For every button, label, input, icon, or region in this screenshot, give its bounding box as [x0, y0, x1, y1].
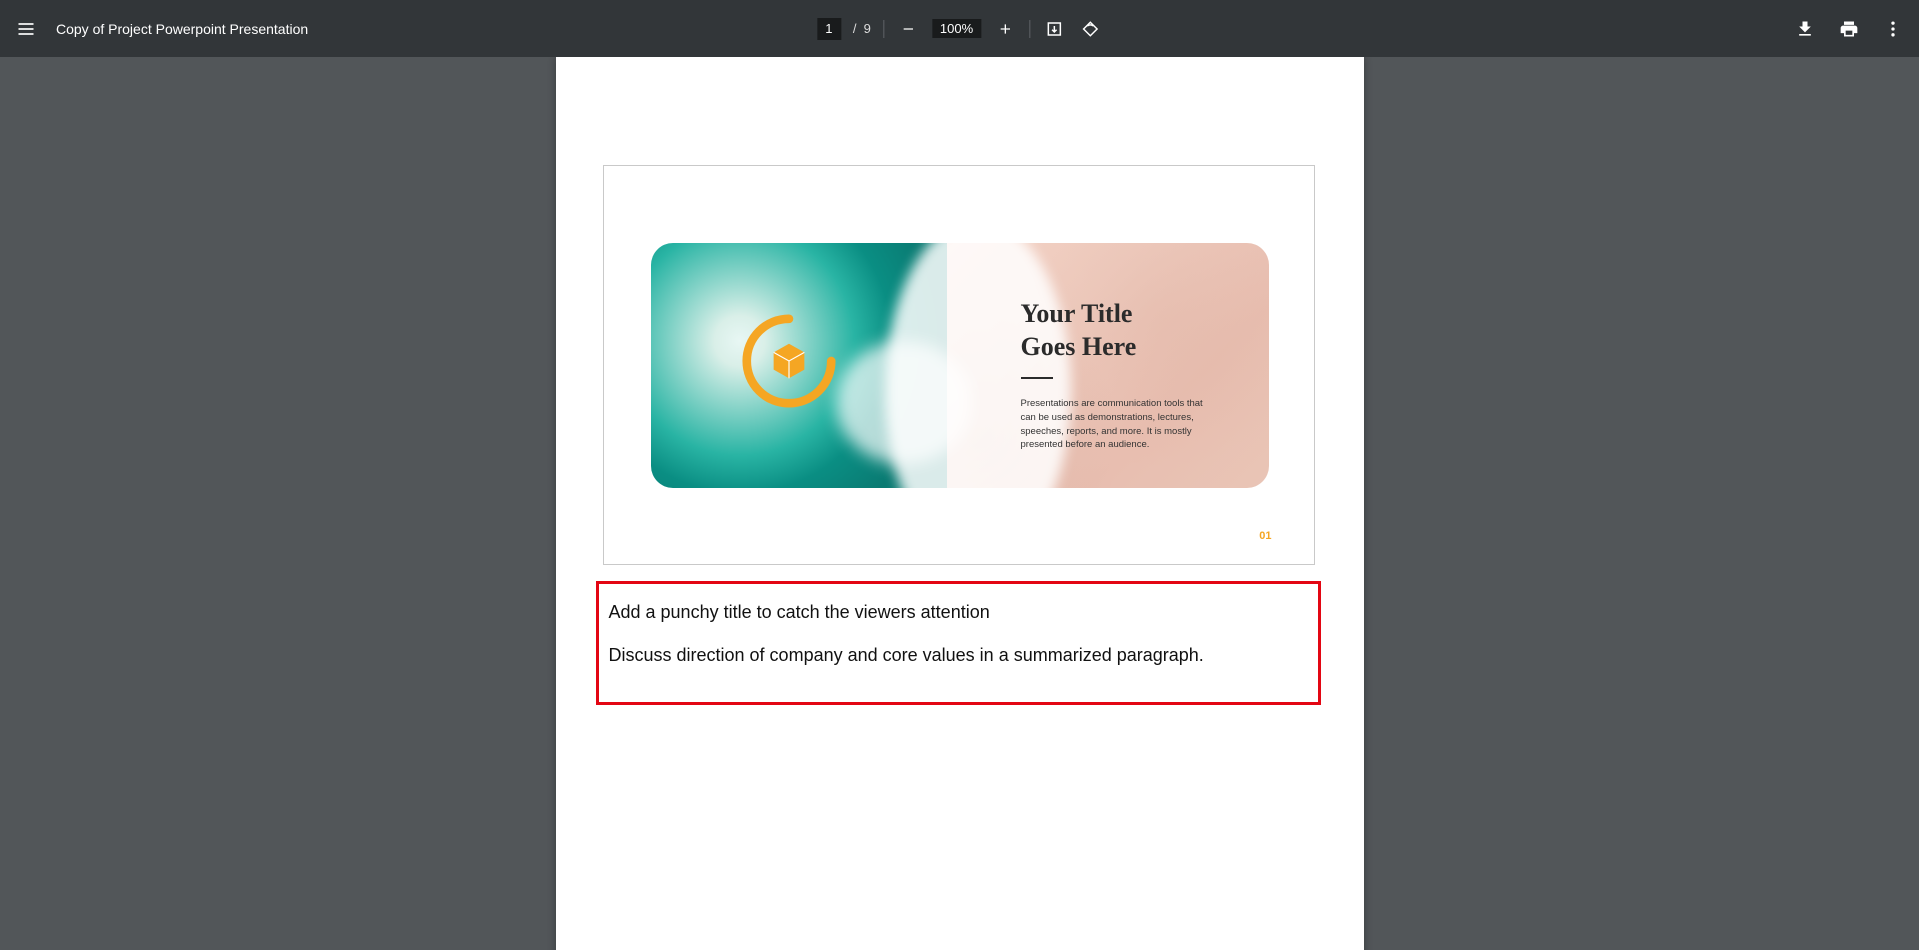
notes-line-1: Add a punchy title to catch the viewers … — [609, 602, 1308, 623]
hero-image: Your Title Goes Here Presentations are c… — [651, 243, 1269, 488]
fit-page-button[interactable] — [1042, 17, 1066, 41]
document-page: Your Title Goes Here Presentations are c… — [556, 57, 1364, 950]
rotate-button[interactable] — [1078, 17, 1102, 41]
menu-icon[interactable] — [14, 17, 38, 41]
zoom-out-button[interactable] — [896, 17, 920, 41]
page-total-value: 9 — [864, 21, 871, 36]
speaker-notes-highlight: Add a punchy title to catch the viewers … — [596, 581, 1321, 705]
page-number-input[interactable] — [817, 18, 841, 40]
divider — [1029, 20, 1030, 38]
slide-frame: Your Title Goes Here Presentations are c… — [603, 165, 1315, 565]
page-total: / 9 — [853, 21, 871, 36]
notes-line-2: Discuss direction of company and core va… — [609, 645, 1308, 666]
document-viewport[interactable]: Your Title Goes Here Presentations are c… — [0, 57, 1919, 950]
slide-description: Presentations are communication tools th… — [1021, 397, 1211, 452]
slide-title-line2: Goes Here — [1021, 331, 1269, 364]
pdf-toolbar: Copy of Project Powerpoint Presentation … — [0, 0, 1919, 57]
download-button[interactable] — [1793, 17, 1817, 41]
more-options-button[interactable] — [1881, 17, 1905, 41]
print-button[interactable] — [1837, 17, 1861, 41]
divider — [883, 20, 884, 38]
document-title: Copy of Project Powerpoint Presentation — [56, 21, 308, 37]
slide-page-number: 01 — [1259, 530, 1271, 542]
zoom-level: 100% — [932, 19, 981, 38]
logo-icon — [741, 313, 837, 409]
zoom-in-button[interactable] — [993, 17, 1017, 41]
title-underline — [1021, 377, 1053, 379]
slide-title-line1: Your Title — [1021, 298, 1269, 331]
